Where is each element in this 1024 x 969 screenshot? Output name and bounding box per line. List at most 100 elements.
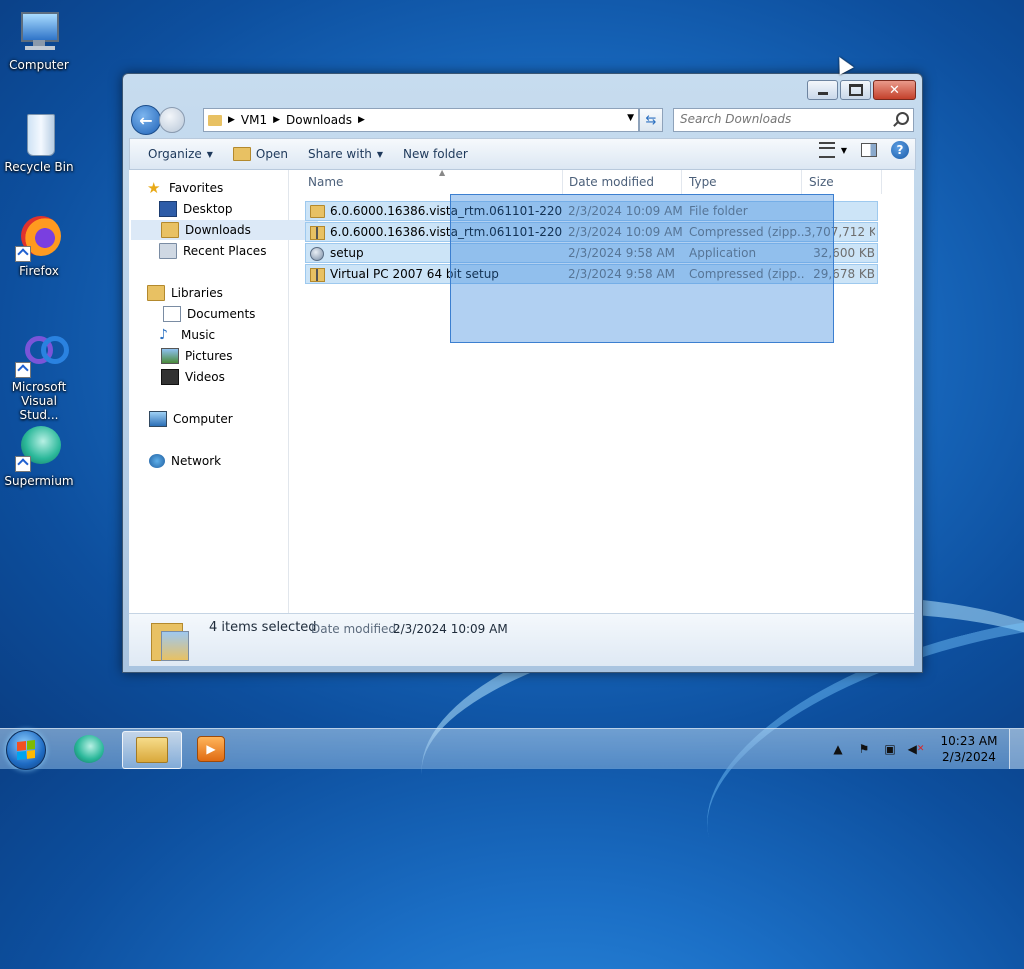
recycle-bin-icon: [15, 110, 63, 158]
action-center-flag-icon[interactable]: ⚑: [854, 741, 874, 757]
command-bar: Organize ▼ Open Share with ▼ New folder ▼ …: [129, 138, 916, 170]
column-label: Size: [809, 175, 834, 189]
pictures-icon: [161, 348, 179, 364]
close-icon: ✕: [889, 82, 900, 98]
refresh-button[interactable]: ⇆: [639, 108, 663, 132]
search-input[interactable]: [674, 109, 896, 129]
libraries-icon: [147, 285, 165, 301]
column-header-date-modified[interactable]: Date modified: [562, 170, 682, 194]
desktop-icon-visual-studio[interactable]: Microsoft Visual Stud...: [1, 330, 77, 422]
clock-time: 10:23 AM: [940, 734, 998, 748]
minimize-icon: [817, 91, 828, 95]
multiple-items-icon: [149, 619, 189, 661]
shortcut-arrow-icon: [15, 362, 31, 378]
chevron-down-icon: ▼: [206, 149, 213, 159]
nav-desktop[interactable]: Desktop: [129, 199, 316, 219]
date-modified-value: 2/3/2024 10:09 AM: [393, 622, 508, 636]
column-header-type[interactable]: Type: [682, 170, 802, 194]
explorer-icon: [136, 737, 168, 763]
visual-studio-icon: [15, 330, 69, 378]
share-with-button[interactable]: Share with ▼: [298, 141, 393, 167]
breadcrumb-downloads[interactable]: Downloads: [286, 113, 352, 127]
taskbar: ▶ ▲ ⚑ ▣ ◀ ✕ 10:23 AM 2/3/2024: [0, 728, 1024, 770]
desktop-icon-label: Microsoft Visual Stud...: [11, 380, 67, 422]
nav-label: Pictures: [185, 349, 233, 363]
computer-icon: [149, 411, 167, 427]
nav-computer[interactable]: Computer: [129, 409, 306, 429]
folder-icon: [208, 114, 222, 126]
taskbar-supermium[interactable]: [60, 731, 118, 767]
nav-music[interactable]: ♪ Music: [129, 325, 316, 345]
maximize-button[interactable]: [840, 80, 871, 100]
open-button[interactable]: Open: [223, 141, 298, 167]
help-button[interactable]: ?: [891, 141, 909, 159]
taskbar-media-player[interactable]: ▶: [182, 731, 240, 767]
chevron-down-icon: ▼: [840, 145, 847, 155]
desktop-icon-label: Computer: [9, 58, 69, 72]
back-button[interactable]: ←: [131, 105, 161, 135]
application-icon: [310, 247, 324, 261]
forward-button[interactable]: [159, 107, 185, 133]
clock-date: 2/3/2024: [942, 750, 996, 764]
maximize-icon: [848, 84, 863, 96]
show-desktop-button[interactable]: [1009, 729, 1024, 769]
shortcut-arrow-icon: [15, 456, 31, 472]
column-header-name[interactable]: Name ▲: [301, 168, 563, 194]
toolbar-right: ▼ ?: [818, 141, 909, 159]
folder-icon: [310, 205, 325, 218]
views-icon: [818, 142, 835, 158]
navigation-pane: ★ Favorites Desktop Downloads Recent Plac…: [129, 170, 318, 613]
new-folder-button[interactable]: New folder: [393, 141, 478, 167]
change-view-button[interactable]: ▼: [818, 142, 847, 158]
notification-area: ▲ ⚑ ▣ ◀ ✕ 10:23 AM 2/3/2024: [825, 729, 1024, 769]
computer-icon: [15, 8, 63, 56]
shortcut-arrow-icon: [15, 246, 31, 262]
taskbar-explorer[interactable]: [122, 731, 182, 769]
music-icon: ♪: [159, 327, 168, 343]
open-folder-icon: [232, 147, 251, 161]
open-label: Open: [255, 147, 288, 161]
clock[interactable]: 10:23 AM 2/3/2024: [933, 733, 1005, 765]
star-icon: ★: [147, 179, 161, 197]
nav-label: Network: [171, 454, 222, 468]
desktop-icon-supermium[interactable]: Supermium: [1, 424, 77, 488]
breadcrumb-vm1[interactable]: VM1: [241, 113, 267, 127]
close-button[interactable]: ✕: [873, 80, 916, 100]
nav-recent-places[interactable]: Recent Places: [129, 241, 316, 261]
address-bar[interactable]: ▶ VM1 ▶ Downloads ▶ ▼: [203, 108, 639, 132]
minimize-button[interactable]: [807, 80, 838, 100]
column-label: Name: [308, 175, 344, 189]
desktop-icon-label: Supermium: [4, 474, 74, 488]
caption-buttons: ✕: [807, 80, 916, 100]
search-icon[interactable]: [896, 112, 909, 125]
recent-places-icon: [159, 243, 177, 259]
nav-label: Desktop: [183, 202, 233, 216]
explorer-window[interactable]: ✕ ← ▶ VM1 ▶ Downloads ▶ ▼ ⇆ Organize ▼ Op…: [122, 73, 923, 673]
nav-network[interactable]: Network: [129, 451, 306, 471]
chevron-right-icon: ▶: [357, 115, 365, 125]
nav-label: Favorites: [169, 181, 224, 195]
nav-favorites[interactable]: ★ Favorites: [129, 178, 304, 198]
details-pane: 4 items selected Date modified: 2/3/2024…: [129, 613, 914, 666]
show-hidden-icons-button[interactable]: ▲: [828, 741, 848, 757]
column-header-size[interactable]: Size: [802, 170, 882, 194]
desktop-icon-label: Firefox: [19, 264, 59, 278]
volume-muted-icon[interactable]: ◀ ✕: [906, 741, 926, 757]
organize-button[interactable]: Organize ▼: [138, 141, 223, 167]
nav-label: Videos: [185, 370, 225, 384]
desktop-icon-firefox[interactable]: Firefox: [1, 214, 77, 278]
chevron-up-icon: ▲: [833, 742, 843, 756]
zip-folder-icon: [310, 268, 325, 282]
desktop-icon-recycle-bin[interactable]: Recycle Bin: [1, 110, 77, 174]
arrow-left-icon: ←: [139, 110, 153, 130]
nav-libraries[interactable]: Libraries: [129, 283, 304, 303]
network-tray-icon[interactable]: ▣: [880, 741, 900, 757]
start-button[interactable]: [6, 730, 46, 770]
network-icon: [149, 454, 165, 468]
nav-label: Downloads: [185, 223, 251, 237]
desktop-icon-computer[interactable]: Computer: [1, 8, 77, 72]
nav-label: Recent Places: [183, 244, 267, 258]
documents-icon: [163, 306, 181, 322]
chevron-down-icon[interactable]: ▼: [627, 113, 634, 123]
preview-pane-button[interactable]: [861, 143, 877, 157]
